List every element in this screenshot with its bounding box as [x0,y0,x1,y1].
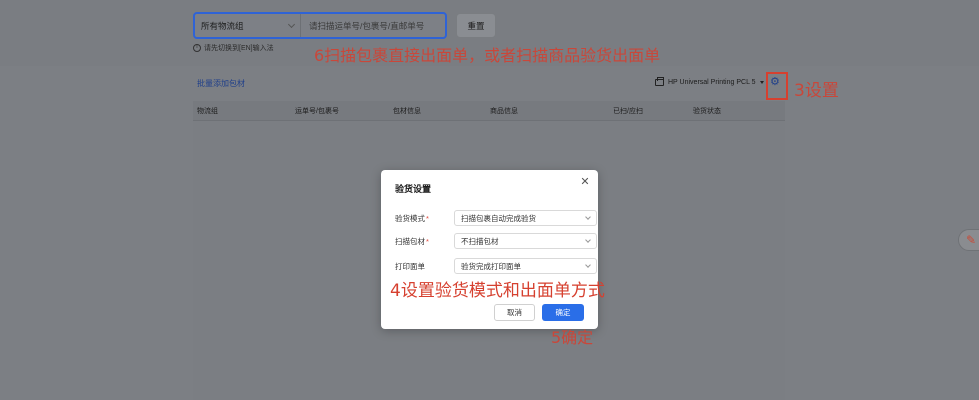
reset-button[interactable]: 重置 [456,13,496,38]
scan-packaging-row: 扫描包材* 不扫描包材 [395,233,597,249]
confirm-button[interactable]: 确定 [542,304,584,321]
required-mark: * [426,213,429,223]
cancel-button[interactable]: 取消 [494,304,535,321]
logistics-group-value: 所有物流组 [201,20,244,31]
print-label-row: 打印面单 验货完成打印面单 [395,258,597,274]
field-label-text: 扫描包材 [395,236,425,246]
caret-down-icon [759,81,764,84]
logistics-group-select[interactable]: 所有物流组 [195,14,301,37]
input-method-hint: i 请先切换到[EN]输入法 [193,43,274,53]
annotation-step4: 4设置验货模式和出面单方式 [390,281,605,301]
inspection-settings-dialog: 验货设置 ✕ 验货模式* 扫描包裹自动完成验货 扫描包材* 不扫描包材 打印面单… [381,170,598,329]
inspection-mode-row: 验货模式* 扫描包裹自动完成验货 [395,210,597,226]
annotation-step6: 6扫描包裹直接出面单，或者扫描商品验货出面单 [314,46,661,65]
select-value: 验货完成打印面单 [461,261,521,271]
printer-name: HP Universal Printing PCL 5 [668,79,756,86]
column-header: 验货状态 [693,108,721,115]
printer-select[interactable]: HP Universal Printing PCL 5 [655,77,764,86]
floating-assistant-icon[interactable]: ✎ [958,229,979,251]
toolbar: 批量添加包材 HP Universal Printing PCL 5 ⚙ [193,73,785,95]
column-header: 商品信息 [490,108,518,115]
annotation-step3: 3设置 [794,81,839,101]
scan-search-group: 所有物流组 [193,12,447,39]
column-header: 包材信息 [393,108,421,115]
close-icon[interactable]: ✕ [580,177,590,188]
column-header: 已扫/应扫 [613,108,643,115]
bulk-add-packaging-link[interactable]: 批量添加包材 [197,78,245,89]
dialog-title: 验货设置 [395,184,432,194]
select-value: 不扫描包材 [461,236,499,246]
chevron-down-icon [287,20,296,28]
inspection-mode-select[interactable]: 扫描包裹自动完成验货 [454,210,597,226]
field-label-text: 验货模式 [395,213,425,223]
info-icon: i [193,44,201,52]
field-label: 验货模式* [395,213,440,224]
column-header: 物流组 [197,108,218,115]
printer-icon [655,77,664,86]
required-mark: * [426,236,429,246]
annotation-step5: 5确定 [551,328,594,347]
hint-text: 请先切换到[EN]输入法 [204,45,274,52]
scan-input[interactable] [301,14,445,37]
chevron-down-icon [585,213,591,220]
field-label-text: 打印面单 [395,261,425,271]
print-label-select[interactable]: 验货完成打印面单 [454,258,597,274]
chevron-down-icon [585,261,591,268]
chevron-down-icon [585,236,591,243]
field-label: 扫描包材* [395,236,440,247]
column-header: 运单号/包裹号 [295,108,339,115]
annotation-highlight-box [766,72,788,100]
table-header: 物流组 运单号/包裹号 包材信息 商品信息 已扫/应扫 验货状态 [193,101,785,121]
scan-packaging-select[interactable]: 不扫描包材 [454,233,597,249]
field-label: 打印面单 [395,261,440,272]
select-value: 扫描包裹自动完成验货 [461,213,536,223]
